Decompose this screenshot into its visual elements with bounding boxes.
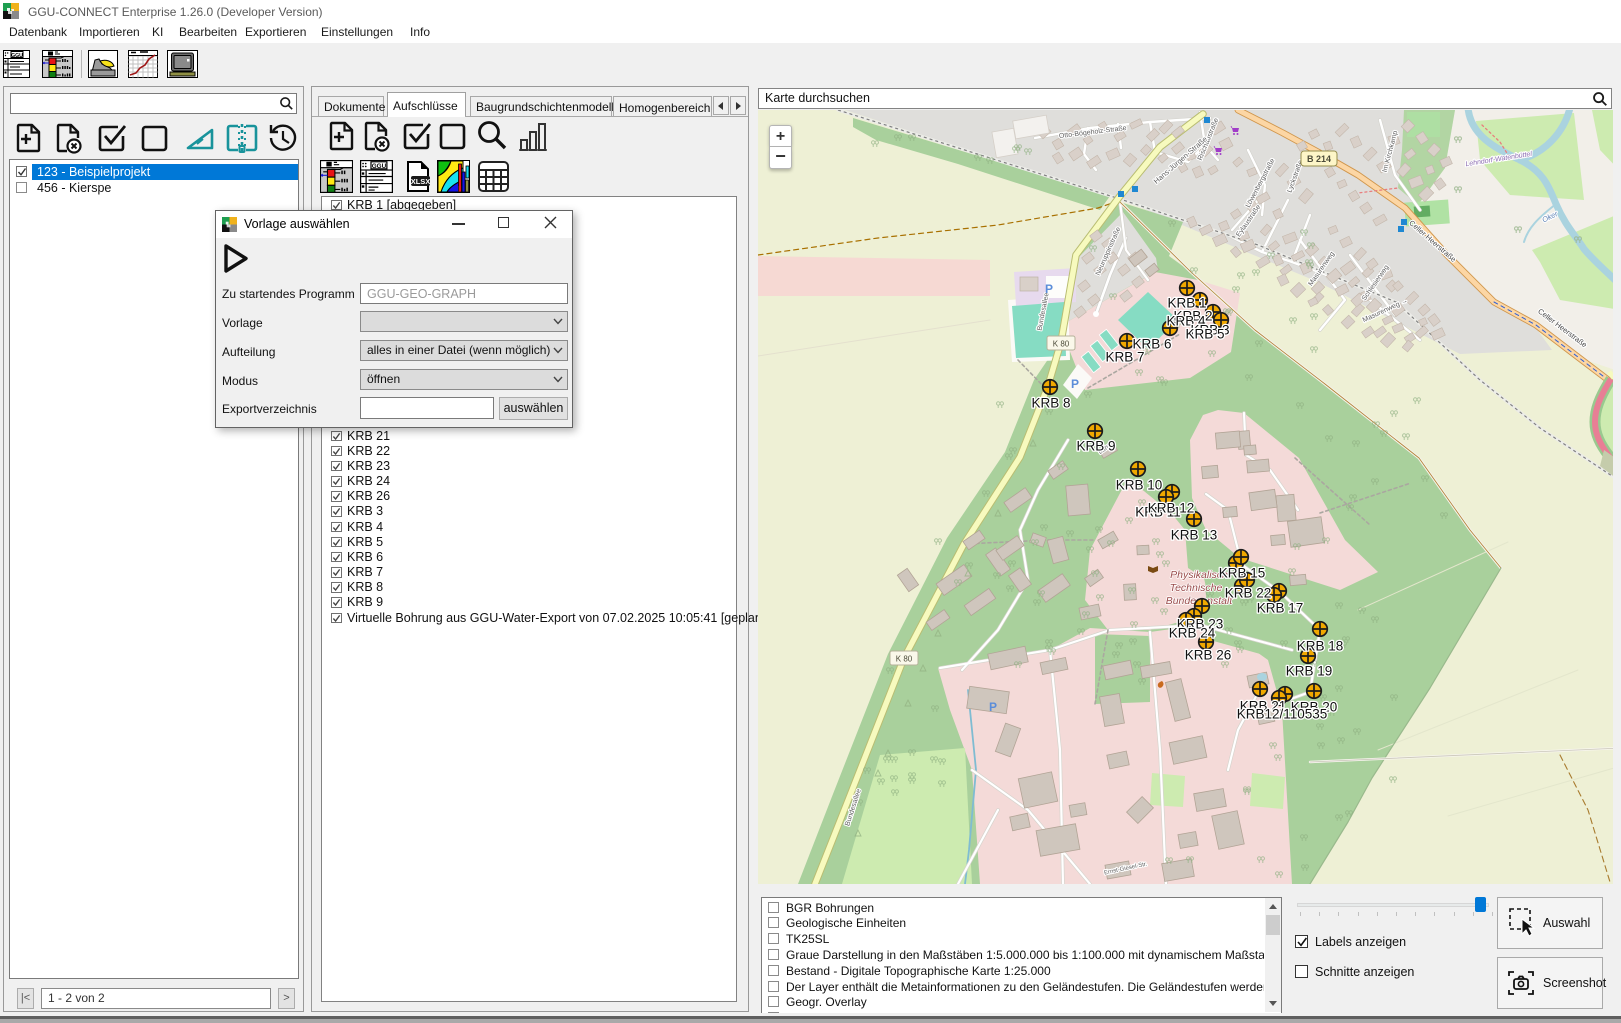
svg-text:P: P: [1071, 377, 1079, 391]
svg-text:KRB 17: KRB 17: [1257, 601, 1304, 616]
svg-text:KRB 22: KRB 22: [1225, 586, 1272, 601]
svg-text:Technische: Technische: [1170, 582, 1223, 594]
svg-text:K 80: K 80: [896, 655, 913, 664]
svg-text:GGU: GGU: [11, 53, 23, 59]
svg-text:KRB 26: KRB 26: [1185, 648, 1232, 663]
svg-text:XLSX: XLSX: [411, 177, 431, 186]
svg-text:KRB 7: KRB 7: [1105, 350, 1144, 365]
svg-text:B 214: B 214: [1307, 154, 1331, 164]
svg-text:KRB 8: KRB 8: [1031, 396, 1070, 411]
svg-text:KRB 5: KRB 5: [1185, 327, 1224, 342]
svg-text:GGU: GGU: [372, 163, 387, 170]
svg-text:KRB 12: KRB 12: [1148, 501, 1195, 516]
svg-text:KRB 15: KRB 15: [1219, 566, 1266, 581]
svg-text:KRB 10: KRB 10: [1116, 478, 1163, 493]
svg-text:KRB 13: KRB 13: [1171, 528, 1218, 543]
svg-text:KRB 19: KRB 19: [1286, 664, 1333, 679]
svg-text:KRB 24: KRB 24: [1169, 626, 1216, 641]
svg-text:KRB12/110535: KRB12/110535: [1237, 707, 1328, 722]
svg-text:KRB 9: KRB 9: [1076, 439, 1115, 454]
svg-text:KRB 18: KRB 18: [1297, 639, 1344, 654]
svg-text:P: P: [1045, 282, 1053, 296]
svg-text:K 80: K 80: [1053, 340, 1070, 349]
svg-text:P: P: [989, 700, 997, 714]
